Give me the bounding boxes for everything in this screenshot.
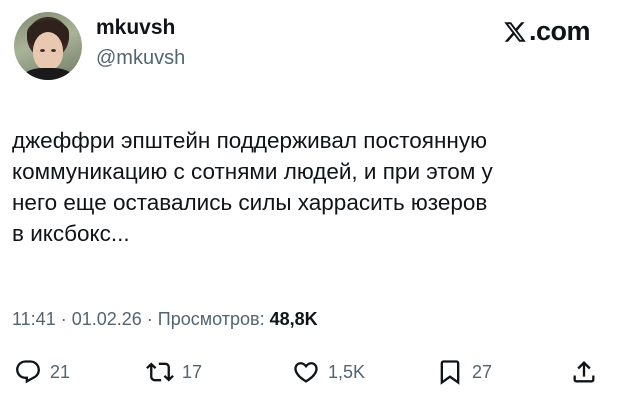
repost-button[interactable]: 17 [146, 358, 202, 386]
tweet-text: джеффри эпштейн поддерживал постоянную к… [12, 128, 493, 246]
tweet-meta: 11:41 · 01.02.26 · Просмотров: 48,8K [12, 309, 318, 330]
avatar[interactable] [14, 12, 82, 80]
repost-icon [146, 362, 174, 382]
share-button[interactable] [570, 358, 598, 386]
share-icon [573, 361, 595, 383]
author-handle[interactable]: @mkuvsh [96, 47, 185, 70]
tweet-date[interactable]: 01.02.26 [72, 309, 142, 329]
heart-icon [294, 362, 318, 383]
meta-separator: · [141, 309, 158, 329]
like-button[interactable]: 1,5K [292, 358, 365, 386]
meta-separator: · [55, 309, 72, 329]
logo-domain-suffix: .com [528, 16, 591, 46]
reply-icon [16, 360, 40, 384]
views-label: Просмотров: [157, 309, 270, 329]
views-count[interactable]: 48,8K [270, 309, 318, 329]
repost-count: 17 [182, 361, 203, 382]
reply-count: 21 [50, 361, 71, 382]
x-logo: .com [502, 16, 591, 47]
tweet-time[interactable]: 11:41 [12, 309, 56, 329]
bookmark-count: 27 [472, 361, 493, 382]
reply-button[interactable]: 21 [14, 358, 70, 386]
bookmark-button[interactable]: 27 [436, 358, 492, 386]
action-bar: 21 17 1,5K 27 [0, 358, 620, 394]
bookmark-icon [440, 360, 460, 385]
x-logo-icon [504, 21, 526, 42]
author-display-name[interactable]: mkuvsh [96, 16, 175, 40]
like-count: 1,5K [328, 361, 366, 382]
